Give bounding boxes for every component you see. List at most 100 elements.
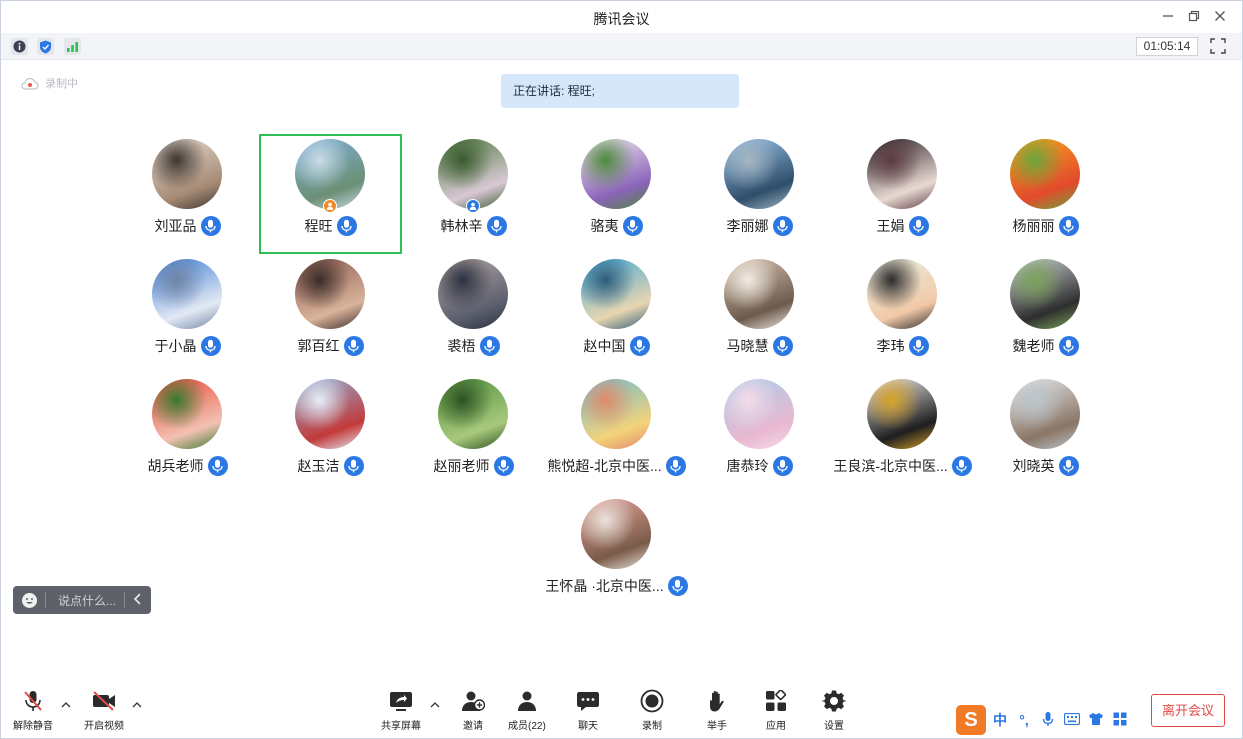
- voice-input-icon[interactable]: [1038, 711, 1058, 730]
- participant-tile[interactable]: 马晓慧: [688, 254, 831, 374]
- keyboard-icon[interactable]: [1062, 712, 1082, 728]
- participant-name-row: 赵丽老师: [402, 456, 545, 476]
- participant-name: 唐恭玲: [726, 458, 769, 474]
- settings-label: 设置: [824, 721, 844, 732]
- participant-name: 骆夷: [590, 218, 619, 234]
- participant-name: 赵丽老师: [433, 458, 490, 474]
- ime-toolbox-icon[interactable]: [1110, 712, 1130, 729]
- minimize-button[interactable]: [1158, 7, 1178, 27]
- avatar: [1010, 139, 1080, 209]
- apps-grid-icon: [763, 689, 789, 713]
- participant-name-row: 胡兵老师: [116, 456, 259, 476]
- avatar: [152, 139, 222, 209]
- restore-button[interactable]: [1184, 7, 1204, 27]
- settings-button[interactable]: 设置: [821, 689, 847, 732]
- top-info-bar: 01:05:14: [1, 33, 1242, 60]
- unmute-button[interactable]: 解除静音: [13, 689, 53, 732]
- participant-name-row: 韩林辛: [402, 216, 545, 236]
- share-screen-label: 共享屏幕: [381, 721, 421, 732]
- members-button[interactable]: 成员(22): [508, 689, 546, 732]
- bottom-toolbar: 解除静音 开启视频 共享屏幕 邀请 成员(22) 聊天 录制 举手 应用 设置 …: [1, 681, 1242, 739]
- security-shield-icon[interactable]: [37, 38, 54, 55]
- invite-label: 邀请: [463, 721, 483, 732]
- mic-on-icon: [343, 456, 364, 476]
- participant-tile[interactable]: 王怀晶 ·北京中医...: [545, 494, 688, 614]
- apps-button[interactable]: 应用: [763, 689, 789, 732]
- participant-tile[interactable]: 于小晶: [116, 254, 259, 374]
- participant-name-row: 郭百红: [259, 336, 402, 356]
- participant-name-row: 魏老师: [974, 336, 1117, 356]
- share-screen-button[interactable]: 共享屏幕: [381, 689, 421, 732]
- close-button[interactable]: [1210, 7, 1230, 27]
- meeting-timer: 01:05:14: [1136, 37, 1198, 56]
- mic-on-icon: [1058, 216, 1079, 236]
- participant-name-row: 李玮: [831, 336, 974, 356]
- participant-tile[interactable]: 赵中国: [545, 254, 688, 374]
- ime-toolbar: S 中 °,: [956, 705, 1130, 735]
- participant-name-row: 王怀晶 ·北京中医...: [545, 576, 688, 596]
- chat-input-bar[interactable]: 说点什么...: [13, 586, 151, 614]
- avatar: [724, 379, 794, 449]
- recording-label: 录制中: [45, 78, 78, 90]
- participant-tile[interactable]: 裘梧: [402, 254, 545, 374]
- avatar: [867, 139, 937, 209]
- participant-tile[interactable]: 赵丽老师: [402, 374, 545, 494]
- participant-tile[interactable]: 王娟: [831, 134, 974, 254]
- participant-tile[interactable]: 郭百红: [259, 254, 402, 374]
- participant-tile[interactable]: 程旺: [259, 134, 402, 254]
- apps-label: 应用: [766, 721, 786, 732]
- participant-tile[interactable]: 魏老师: [974, 254, 1117, 374]
- mic-on-icon: [1058, 456, 1079, 476]
- participant-tile[interactable]: 赵玉洁: [259, 374, 402, 494]
- participant-name-row: 熊悦超-北京中医...: [545, 456, 688, 476]
- sogou-ime-icon[interactable]: S: [956, 705, 986, 735]
- participant-name-row: 刘亚品: [116, 216, 259, 236]
- mic-on-icon: [665, 456, 686, 476]
- participant-tile[interactable]: 唐恭玲: [688, 374, 831, 494]
- participant-tile[interactable]: 韩林辛: [402, 134, 545, 254]
- participant-tile[interactable]: 刘亚品: [116, 134, 259, 254]
- signal-strength-icon[interactable]: [64, 38, 81, 55]
- chevron-up-icon[interactable]: [61, 701, 71, 712]
- ime-mode-toggle[interactable]: 中: [990, 710, 1010, 730]
- participant-name-row: 王良滨-北京中医...: [831, 456, 974, 476]
- participant-tile[interactable]: 李玮: [831, 254, 974, 374]
- raise-hand-label: 举手: [707, 721, 727, 732]
- members-icon: [514, 689, 540, 713]
- participant-name: 胡兵老师: [147, 458, 204, 474]
- record-button[interactable]: 录制: [639, 689, 665, 732]
- participant-tile[interactable]: 骆夷: [545, 134, 688, 254]
- chevron-up-icon[interactable]: [132, 701, 142, 712]
- participant-tile[interactable]: 杨丽丽: [974, 134, 1117, 254]
- chevron-up-icon[interactable]: [430, 701, 440, 712]
- raise-hand-button[interactable]: 举手: [704, 689, 730, 732]
- participant-name-row: 李丽娜: [688, 216, 831, 236]
- chevron-left-icon[interactable]: [125, 592, 151, 608]
- skin-shirt-icon[interactable]: [1086, 712, 1106, 729]
- ime-punctuation-toggle[interactable]: °,: [1014, 712, 1034, 728]
- cohost-badge-icon: [466, 199, 480, 213]
- participant-tile[interactable]: 李丽娜: [688, 134, 831, 254]
- chat-input-field[interactable]: 说点什么...: [46, 592, 124, 609]
- participant-tile[interactable]: 王良滨-北京中医...: [831, 374, 974, 494]
- leave-meeting-button[interactable]: 离开会议: [1151, 694, 1225, 727]
- avatar: [581, 259, 651, 329]
- info-icon[interactable]: [11, 38, 28, 55]
- emoji-icon[interactable]: [13, 592, 45, 609]
- participant-name: 王怀晶 ·北京中医...: [545, 578, 664, 594]
- mic-on-icon: [343, 336, 364, 356]
- avatar: [581, 499, 651, 569]
- participant-tile[interactable]: 胡兵老师: [116, 374, 259, 494]
- fullscreen-icon[interactable]: [1209, 37, 1228, 56]
- start-video-button[interactable]: 开启视频: [84, 689, 124, 732]
- participant-tile[interactable]: 刘晓英: [974, 374, 1117, 494]
- invite-button[interactable]: 邀请: [460, 689, 486, 732]
- participant-name-row: 于小晶: [116, 336, 259, 356]
- chat-button[interactable]: 聊天: [575, 689, 601, 732]
- participant-name: 杨丽丽: [1012, 218, 1055, 234]
- recording-indicator: 录制中: [21, 75, 78, 91]
- participant-name: 王良滨-北京中医...: [833, 458, 948, 474]
- mic-on-icon: [908, 336, 929, 356]
- participant-name: 程旺: [304, 218, 333, 234]
- participant-tile[interactable]: 熊悦超-北京中医...: [545, 374, 688, 494]
